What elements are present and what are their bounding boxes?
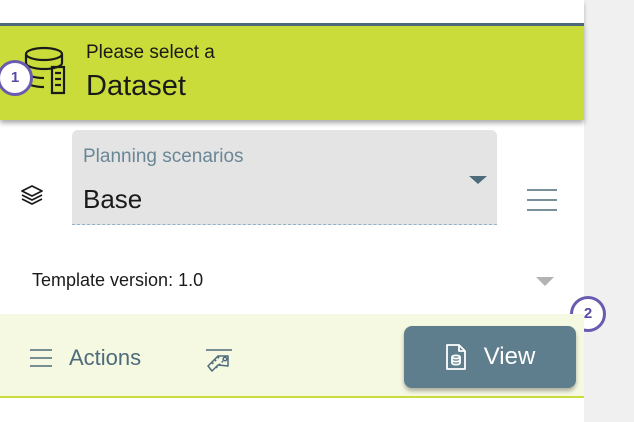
actions-bar: Actions View (0, 314, 584, 398)
planning-scenarios-label: Planning scenarios (83, 146, 244, 167)
template-dropdown-icon[interactable] (536, 277, 554, 286)
right-gutter (584, 0, 634, 422)
layers-icon (21, 185, 43, 205)
view-button[interactable]: View (404, 326, 576, 388)
dataset-selector[interactable]: Please select a Dataset 1 (0, 26, 584, 120)
template-version: Template version: 1.0 (32, 270, 204, 290)
planning-scenarios-value: Base (83, 184, 143, 214)
tags-icon[interactable] (204, 344, 236, 372)
chevron-down-icon (469, 176, 487, 184)
actions-button[interactable]: Actions (30, 343, 141, 373)
view-label: View (483, 343, 536, 370)
document-icon (445, 344, 466, 370)
actions-label: Actions (69, 345, 142, 370)
top-bar (0, 0, 584, 27)
hamburger-icon (30, 349, 52, 367)
dataset-prompt: Please select a (86, 42, 215, 63)
dataset-title: Dataset (86, 70, 186, 102)
hamburger-menu-icon[interactable] (527, 188, 557, 212)
planning-scenarios-select[interactable]: Planning scenarios Base (72, 130, 497, 225)
